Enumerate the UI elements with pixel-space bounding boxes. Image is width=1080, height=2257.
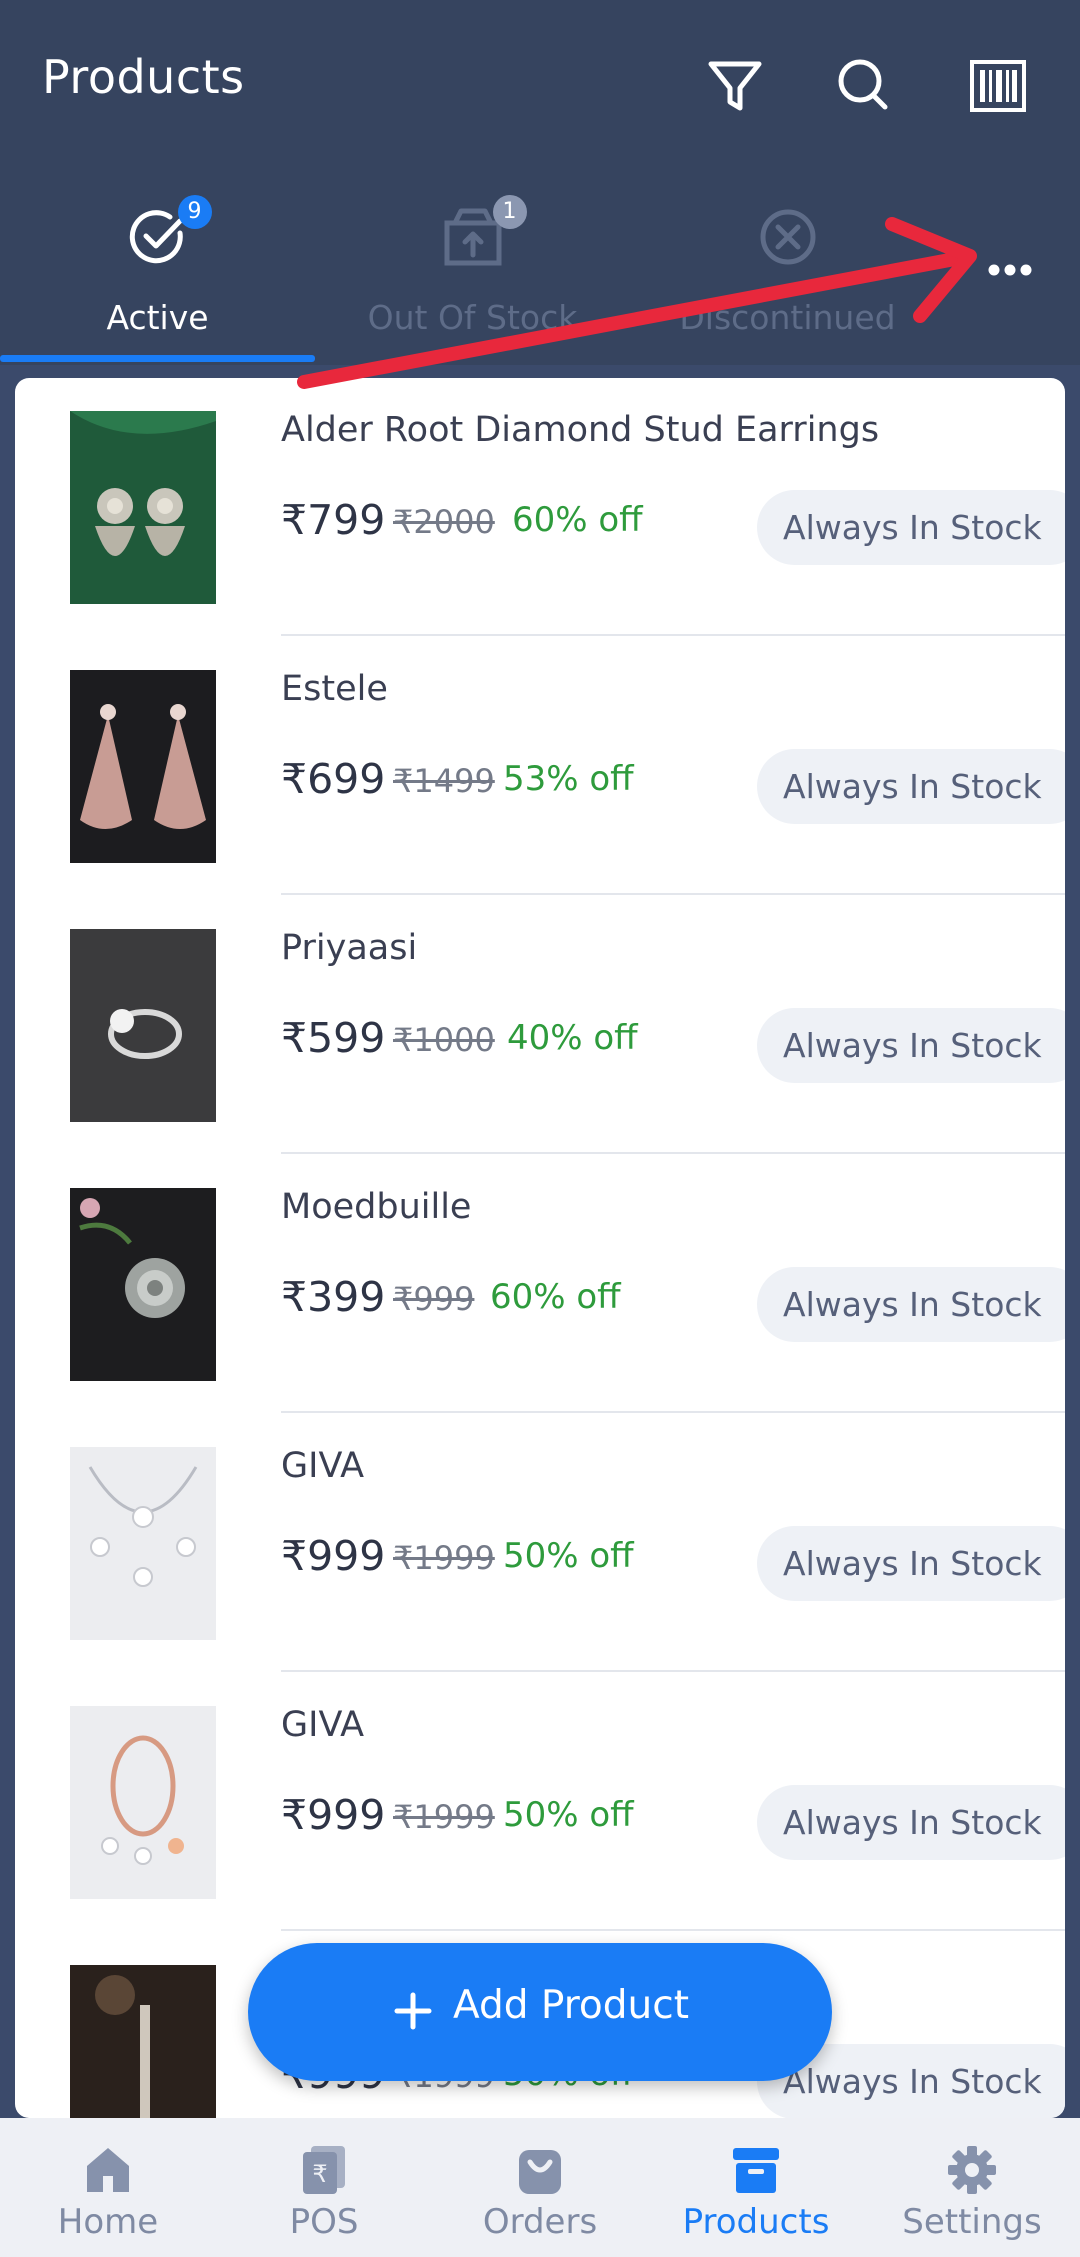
nav-label: POS bbox=[289, 2202, 359, 2242]
product-name: GIVA bbox=[281, 1705, 365, 1745]
nav-label: Settings bbox=[902, 2202, 1042, 2242]
plus-icon bbox=[394, 1992, 432, 2030]
row-divider bbox=[281, 1152, 1065, 1154]
product-discount: 53% off bbox=[503, 759, 634, 799]
product-price: ₹999 bbox=[281, 1791, 386, 1839]
tab-badge: 9 bbox=[177, 195, 212, 229]
stock-status-label: Always In Stock bbox=[783, 1544, 1042, 1583]
row-divider bbox=[281, 893, 1065, 895]
tab-active[interactable]: 9 Active bbox=[0, 195, 315, 355]
product-price: ₹799 bbox=[281, 496, 386, 544]
product-row[interactable]: GIVA ₹999 ₹1999 50% off Always In Stock bbox=[15, 1414, 1065, 1672]
stock-status-label: Always In Stock bbox=[783, 1285, 1042, 1324]
product-thumbnail bbox=[70, 670, 216, 863]
app-header: Products 9 Active 1 Out Of Stock Discont… bbox=[0, 0, 1080, 365]
product-mrp: ₹1999 bbox=[393, 1798, 495, 1836]
product-discount: 40% off bbox=[507, 1018, 638, 1058]
archive-box-icon bbox=[733, 2148, 779, 2193]
more-horizontal-icon[interactable] bbox=[985, 255, 1035, 285]
product-name: Moedbuille bbox=[281, 1187, 472, 1227]
product-row[interactable]: Priyaasi ₹599 ₹1000 40% off Always In St… bbox=[15, 896, 1065, 1154]
nav-settings[interactable]: Settings bbox=[864, 2118, 1080, 2257]
pos-receipt-icon: ₹ bbox=[303, 2146, 345, 2194]
row-divider bbox=[281, 1670, 1065, 1672]
tab-label: Discontinued bbox=[679, 298, 896, 337]
stock-status-label: Always In Stock bbox=[783, 1803, 1042, 1842]
tab-label: Active bbox=[106, 298, 209, 337]
box-upload-icon: 1 bbox=[441, 195, 527, 269]
stock-status-label: Always In Stock bbox=[783, 2062, 1042, 2101]
tab-label: Out Of Stock bbox=[367, 298, 578, 337]
nav-home[interactable]: Home bbox=[0, 2118, 216, 2257]
svg-text:₹: ₹ bbox=[312, 2160, 327, 2188]
product-discount: 50% off bbox=[503, 1536, 634, 1576]
tab-active-indicator bbox=[0, 355, 315, 362]
product-thumbnail bbox=[70, 411, 216, 604]
check-circle-icon: 9 bbox=[126, 195, 212, 269]
product-price: ₹599 bbox=[281, 1014, 386, 1062]
nav-label: Orders bbox=[482, 2202, 598, 2242]
stock-status-chip[interactable]: Always In Stock bbox=[757, 1785, 1065, 1860]
product-thumbnail bbox=[70, 929, 216, 1122]
row-divider bbox=[281, 1411, 1065, 1413]
product-row[interactable]: Alder Root Diamond Stud Earrings ₹799 ₹2… bbox=[15, 378, 1065, 636]
tab-badge: 1 bbox=[492, 195, 527, 229]
stock-status-label: Always In Stock bbox=[783, 1026, 1042, 1065]
page-title: Products bbox=[42, 50, 245, 104]
product-mrp: ₹1999 bbox=[393, 1539, 495, 1577]
product-name: GIVA bbox=[281, 1446, 365, 1486]
stock-status-chip[interactable]: Always In Stock bbox=[757, 1526, 1065, 1601]
stock-status-chip[interactable]: Always In Stock bbox=[757, 1267, 1065, 1342]
stock-status-label: Always In Stock bbox=[783, 508, 1042, 547]
product-price: ₹999 bbox=[281, 1532, 386, 1580]
row-divider bbox=[281, 634, 1065, 636]
product-mrp: ₹1000 bbox=[393, 1021, 495, 1059]
product-name: Estele bbox=[281, 669, 388, 709]
product-price: ₹699 bbox=[281, 755, 386, 803]
product-discount: 60% off bbox=[490, 1277, 621, 1317]
product-list: Alder Root Diamond Stud Earrings ₹799 ₹2… bbox=[15, 378, 1065, 2118]
product-price: ₹399 bbox=[281, 1273, 386, 1321]
barcode-icon[interactable] bbox=[968, 56, 1028, 116]
nav-products[interactable]: Products bbox=[648, 2118, 864, 2257]
product-name: Alder Root Diamond Stud Earrings bbox=[281, 410, 880, 450]
nav-label: Products bbox=[682, 2202, 830, 2242]
nav-label: Home bbox=[57, 2202, 159, 2242]
product-discount: 50% off bbox=[503, 1795, 634, 1835]
nav-orders[interactable]: Orders bbox=[432, 2118, 648, 2257]
add-product-label: Add Product bbox=[453, 1983, 689, 2028]
nav-pos[interactable]: ₹ POS bbox=[216, 2118, 432, 2257]
product-name: Priyaasi bbox=[281, 928, 418, 968]
stock-status-chip[interactable]: Always In Stock bbox=[757, 749, 1065, 824]
stock-status-chip[interactable]: Always In Stock bbox=[757, 490, 1065, 565]
stock-status-label: Always In Stock bbox=[783, 767, 1042, 806]
home-icon bbox=[87, 2148, 129, 2192]
product-row[interactable]: Estele ₹699 ₹1499 53% off Always In Stoc… bbox=[15, 637, 1065, 895]
search-icon[interactable] bbox=[835, 56, 895, 116]
product-thumbnail bbox=[70, 1447, 216, 1640]
product-row[interactable]: GIVA ₹999 ₹1999 50% off Always In Stock bbox=[15, 1673, 1065, 1931]
stock-status-chip[interactable]: Always In Stock bbox=[757, 1008, 1065, 1083]
product-mrp: ₹1499 bbox=[393, 762, 495, 800]
filter-icon[interactable] bbox=[705, 56, 765, 116]
tab-out-of-stock[interactable]: 1 Out Of Stock bbox=[315, 195, 630, 355]
product-discount: 60% off bbox=[512, 500, 643, 540]
shopping-bag-icon bbox=[519, 2150, 561, 2194]
row-divider bbox=[281, 1929, 1065, 1931]
tab-discontinued[interactable]: Discontinued bbox=[630, 205, 945, 355]
product-thumbnail bbox=[70, 1965, 216, 2118]
add-product-button[interactable]: Add Product bbox=[248, 1943, 832, 2081]
product-thumbnail bbox=[70, 1188, 216, 1381]
product-mrp: ₹2000 bbox=[393, 503, 495, 541]
product-mrp: ₹999 bbox=[393, 1280, 475, 1318]
product-thumbnail bbox=[70, 1706, 216, 1899]
product-row[interactable]: Moedbuille ₹399 ₹999 60% off Always In S… bbox=[15, 1155, 1065, 1413]
gear-icon bbox=[948, 2146, 996, 2194]
bottom-navigation: Home ₹ POS Orders Products Settings bbox=[0, 2118, 1080, 2257]
x-circle-icon bbox=[756, 205, 820, 269]
